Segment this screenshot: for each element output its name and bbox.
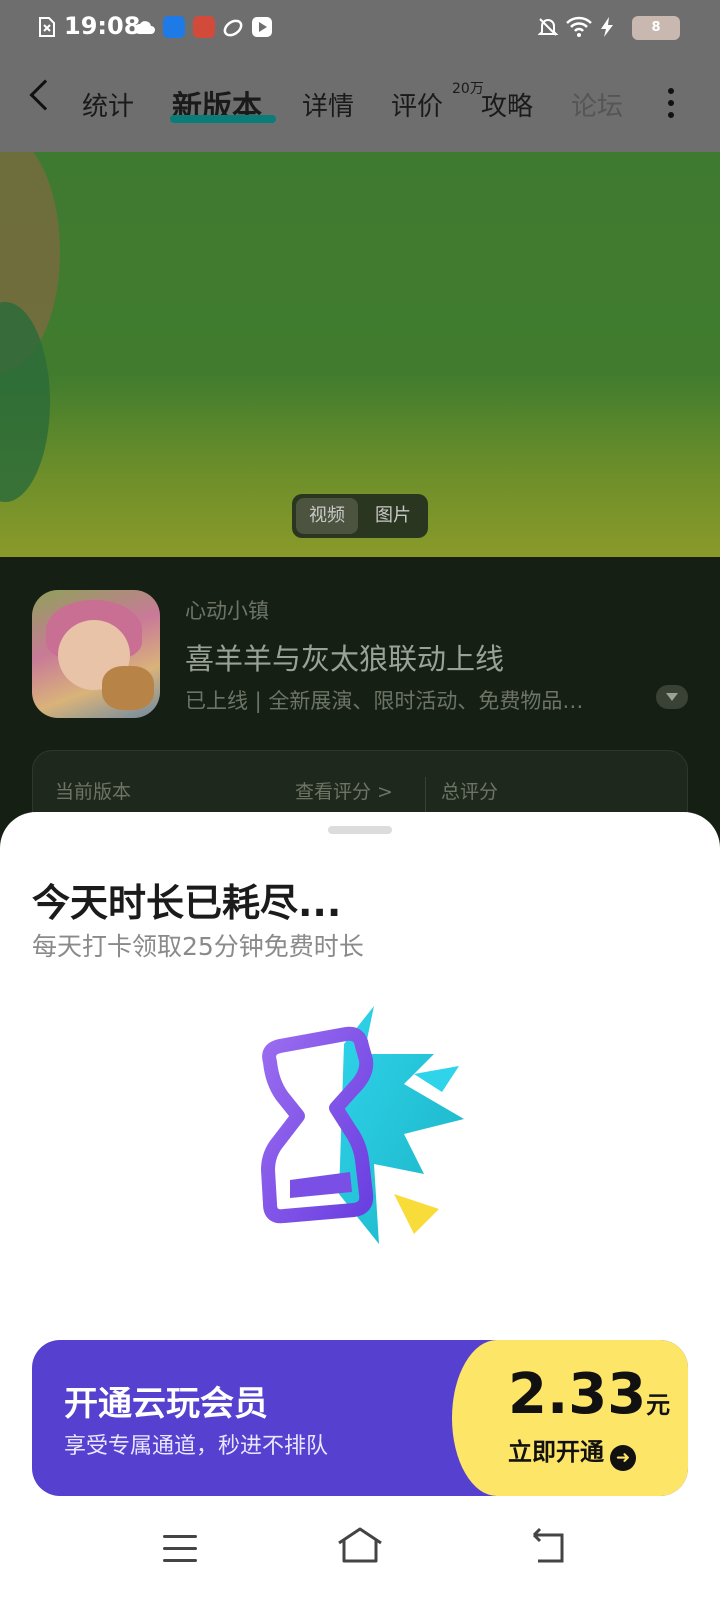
video-app-icon xyxy=(252,17,272,37)
system-nav-bar xyxy=(0,1515,720,1605)
game-app-icon xyxy=(193,16,215,38)
more-options-icon[interactable] xyxy=(668,88,674,118)
vip-membership-banner[interactable]: 开通云玩会员 享受专属通道，秒进不排队 2.33元 立即开通 ➜ xyxy=(32,1340,688,1496)
developer-name[interactable]: 心动小镇 xyxy=(185,595,269,625)
arrow-right-icon: ➜ xyxy=(610,1445,636,1471)
image-toggle-button[interactable]: 图片 xyxy=(362,498,424,534)
wifi-icon xyxy=(566,16,592,37)
review-count-badge: 20万 xyxy=(452,81,484,97)
price-value: 2.33 xyxy=(508,1362,647,1427)
time-exhausted-sheet: 今天时长已耗尽... 每天打卡领取25分钟免费时长 开通云玩会员 享受专属通道，… xyxy=(0,812,720,1605)
back-icon[interactable] xyxy=(528,1527,568,1567)
current-version-label: 当前版本 xyxy=(55,781,132,803)
update-title: 喜羊羊与灰太狼联动上线 xyxy=(185,642,505,676)
update-summary: 已上线 | 全新展演、限时活动、免费物品… xyxy=(185,689,584,713)
vip-subtitle: 享受专属通道，秒进不排队 xyxy=(64,1434,329,1459)
home-icon[interactable] xyxy=(335,1525,385,1565)
charging-icon xyxy=(601,17,613,37)
sim-error-icon xyxy=(39,17,55,37)
app-notify-icon xyxy=(163,16,185,38)
expand-summary-button[interactable] xyxy=(656,685,688,709)
tab-details[interactable]: 详情 xyxy=(302,86,354,123)
clock: 19:08 xyxy=(64,12,141,40)
battery-level: 8 xyxy=(651,20,661,35)
sheet-title: 今天时长已耗尽... xyxy=(32,881,342,925)
sheet-drag-handle[interactable] xyxy=(328,826,392,834)
subscribe-now-label: 立即开通 xyxy=(508,1438,604,1466)
game-icon[interactable] xyxy=(32,590,160,718)
total-rating-label: 总评分 xyxy=(441,781,499,803)
vip-title: 开通云玩会员 xyxy=(64,1384,268,1424)
subscribe-now-button[interactable]: 立即开通 ➜ xyxy=(508,1432,636,1471)
top-nav: 统计 新版本 详情 评价 攻略 论坛 xyxy=(0,56,720,152)
tab-stats[interactable]: 统计 xyxy=(82,86,134,123)
vip-price: 2.33元 xyxy=(508,1362,670,1427)
back-icon[interactable] xyxy=(29,79,61,111)
sheet-subtitle: 每天打卡领取25分钟免费时长 xyxy=(32,932,364,961)
link-icon xyxy=(223,19,243,37)
video-toggle-button[interactable]: 视频 xyxy=(296,498,358,534)
hourglass-burst-icon xyxy=(261,1006,464,1244)
tab-guides[interactable]: 攻略 xyxy=(481,86,533,123)
battery-icon: 8 xyxy=(632,16,680,40)
price-unit: 元 xyxy=(646,1391,671,1419)
tab-forum[interactable]: 论坛 xyxy=(571,86,623,123)
active-tab-indicator xyxy=(170,115,276,123)
tab-reviews[interactable]: 评价 xyxy=(391,86,443,123)
view-ratings-link[interactable]: 查看评分 > xyxy=(295,777,393,804)
divider xyxy=(425,777,426,817)
mute-notification-icon xyxy=(537,18,559,36)
status-bar: 19:08 8 xyxy=(0,0,720,56)
weather-cloud-icon xyxy=(134,21,155,34)
menu-icon[interactable] xyxy=(163,1535,197,1563)
media-toggle: 视频 图片 xyxy=(292,494,428,538)
